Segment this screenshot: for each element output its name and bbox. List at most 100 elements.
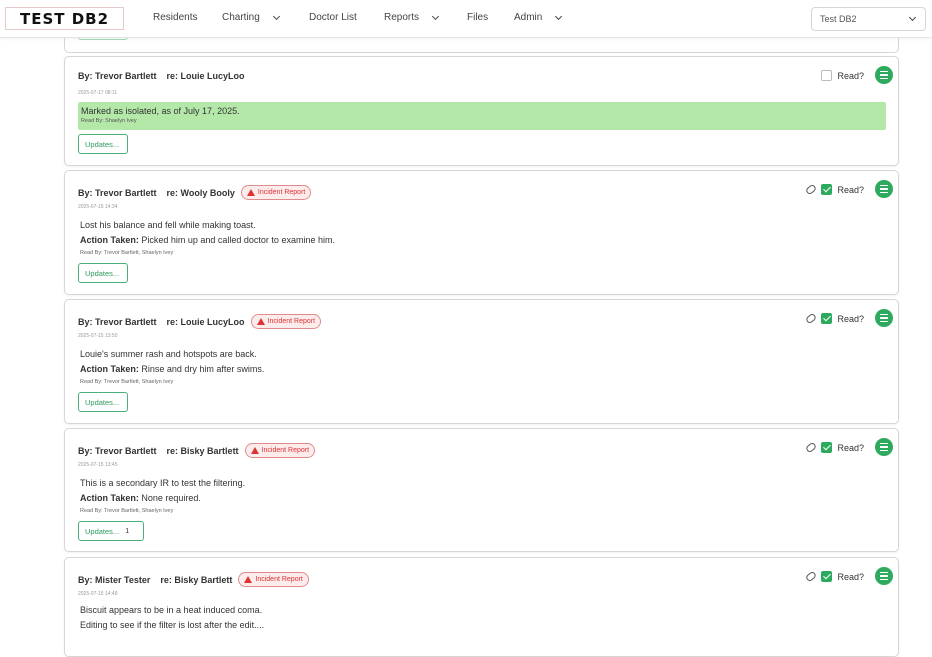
note-body: Lost his balance and fell while making t… — [80, 220, 335, 256]
note-text: Louie's summer rash and hotspots are bac… — [80, 349, 257, 359]
menu-icon[interactable] — [875, 567, 893, 585]
read-by: Read By: Trevor Bartlett, Shaelyn Ivey — [80, 250, 174, 256]
incident-label: Incident Report — [261, 447, 310, 454]
read-checkbox[interactable] — [821, 70, 833, 81]
card-header: By: Trevor Bartlett re: Wooly Booly Inci… — [78, 185, 312, 200]
chevron-down-icon — [555, 12, 563, 20]
action-line: Action Taken: Picked him up and called d… — [80, 235, 335, 250]
incident-report-badge: Incident Report — [244, 443, 316, 458]
read-checkbox[interactable] — [821, 442, 833, 453]
nav-reports[interactable]: Reports — [384, 12, 440, 23]
updates-label: Updates... — [85, 397, 120, 407]
card-header: By: Trevor Bartlett re: Louie LucyLoo — [78, 71, 245, 81]
read-controls: Read? — [821, 70, 864, 81]
card-header: By: Trevor Bartlett re: Louie LucyLoo In… — [78, 314, 322, 329]
nav-label: Doctor List — [309, 12, 357, 23]
nav-label: Files — [467, 12, 489, 23]
nav-doctor-list[interactable]: Doctor List — [309, 12, 357, 23]
incident-report-badge: Incident Report — [250, 314, 322, 329]
menu-icon[interactable] — [875, 438, 893, 456]
isolation-banner: Marked as isolated, as of July 17, 2025.… — [78, 102, 886, 130]
updates-label: Updates... — [85, 139, 120, 149]
note-text: Lost his balance and fell while making t… — [80, 220, 256, 230]
author: By: Trevor Bartlett — [78, 187, 157, 198]
resident[interactable]: re: Bisky Bartlett — [167, 446, 239, 456]
note-text: Biscuit appears to be in a heat induced … — [80, 605, 263, 615]
incident-label: Incident Report — [257, 189, 306, 196]
top-navbar: TEST DB2 Residents Charting Doctor List … — [0, 0, 932, 38]
note-date: 2025-07-15 14:48 — [78, 591, 118, 597]
read-label: Read? — [837, 442, 864, 453]
read-label: Read? — [837, 184, 864, 195]
updates-count: 1 — [125, 527, 130, 535]
isolation-message: Marked as isolated, as of July 17, 2025. — [81, 106, 240, 116]
incident-report-badge: Incident Report — [240, 185, 312, 200]
note-card: By: Trevor Bartlett re: Bisky Bartlett I… — [64, 428, 899, 552]
card-header: By: Mister Tester re: Bisky Bartlett Inc… — [78, 572, 309, 587]
read-checkbox[interactable] — [821, 313, 833, 324]
updates-button[interactable]: Updates... — [78, 134, 128, 154]
incident-report-badge: Incident Report — [238, 572, 309, 587]
menu-icon[interactable] — [875, 66, 893, 84]
nav-admin[interactable]: Admin — [514, 12, 563, 23]
nav-label: Charting — [222, 12, 260, 23]
read-controls: Read? — [805, 570, 864, 583]
action-label: Action Taken: — [80, 235, 139, 245]
resident[interactable]: re: Wooly Booly — [167, 188, 235, 198]
author: By: Trevor Bartlett — [78, 71, 157, 81]
updates-button[interactable]: Updates... 1 — [78, 521, 144, 541]
note-date: 2025-07-15 13:45 — [78, 462, 118, 468]
menu-icon[interactable] — [875, 309, 893, 327]
author: By: Trevor Bartlett — [78, 316, 157, 327]
note-text: This is a secondary IR to test the filte… — [80, 478, 246, 488]
author: By: Mister Tester — [78, 574, 151, 585]
chevron-down-icon — [272, 12, 280, 20]
note-body: Louie's summer rash and hotspots are bac… — [80, 349, 264, 385]
menu-icon[interactable] — [875, 180, 893, 198]
read-by: Read By: Shaelyn Ivey — [81, 118, 137, 124]
updates-button[interactable]: Updates... — [78, 263, 128, 283]
updates-label: Updates... — [85, 268, 120, 278]
read-by: Read By: Trevor Bartlett, Shaelyn Ivey — [80, 379, 174, 385]
read-label: Read? — [837, 313, 864, 324]
resident[interactable]: re: Louie LucyLoo — [167, 71, 245, 81]
resident[interactable]: re: Louie LucyLoo — [167, 317, 245, 327]
read-by: Read By: Trevor Bartlett, Shaelyn Ivey — [80, 508, 174, 514]
link-icon[interactable] — [805, 312, 818, 325]
warning-icon — [250, 447, 259, 454]
nav-files[interactable]: Files — [467, 12, 488, 23]
chevron-down-icon — [431, 12, 440, 20]
note-date: 2025-07-17 08:11 — [78, 90, 118, 96]
action-text: Rinse and dry him after swims. — [141, 364, 265, 374]
action-line: Action Taken: None required. — [80, 493, 245, 508]
warning-icon — [246, 189, 255, 196]
note-card: By: Mister Tester re: Bisky Bartlett Inc… — [64, 557, 899, 657]
updates-button[interactable]: Updates... — [78, 392, 128, 412]
note-date: 2025-07-15 14:34 — [78, 204, 118, 210]
chevron-down-icon — [908, 13, 917, 22]
nav-label: Reports — [384, 12, 420, 23]
link-icon[interactable] — [805, 441, 818, 454]
action-label: Action Taken: — [80, 364, 139, 374]
nav-residents[interactable]: Residents — [153, 12, 197, 23]
read-label: Read? — [837, 571, 864, 582]
read-controls: Read? — [805, 312, 864, 325]
note-body: This is a secondary IR to test the filte… — [80, 478, 245, 514]
read-label: Read? — [837, 70, 864, 81]
read-checkbox[interactable] — [821, 184, 833, 195]
action-text: None required. — [141, 493, 201, 503]
resident[interactable]: re: Bisky Bartlett — [160, 575, 232, 585]
site-select[interactable]: Test DB2 — [811, 7, 926, 31]
card-header: By: Trevor Bartlett re: Bisky Bartlett I… — [78, 443, 316, 458]
nav-label: Residents — [153, 12, 198, 23]
link-icon[interactable] — [805, 570, 818, 583]
app-logo[interactable]: TEST DB2 — [5, 7, 124, 30]
note-card: By: Trevor Bartlett re: Wooly Booly Inci… — [64, 170, 899, 295]
nav-charting[interactable]: Charting — [222, 12, 280, 23]
note-text-2: Editing to see if the filter is lost aft… — [80, 620, 265, 630]
link-icon[interactable] — [805, 183, 818, 196]
note-card: By: Trevor Bartlett re: Louie LucyLoo In… — [64, 299, 899, 424]
read-checkbox[interactable] — [821, 571, 833, 582]
action-line: Action Taken: Rinse and dry him after sw… — [80, 364, 264, 379]
author: By: Trevor Bartlett — [78, 445, 157, 456]
